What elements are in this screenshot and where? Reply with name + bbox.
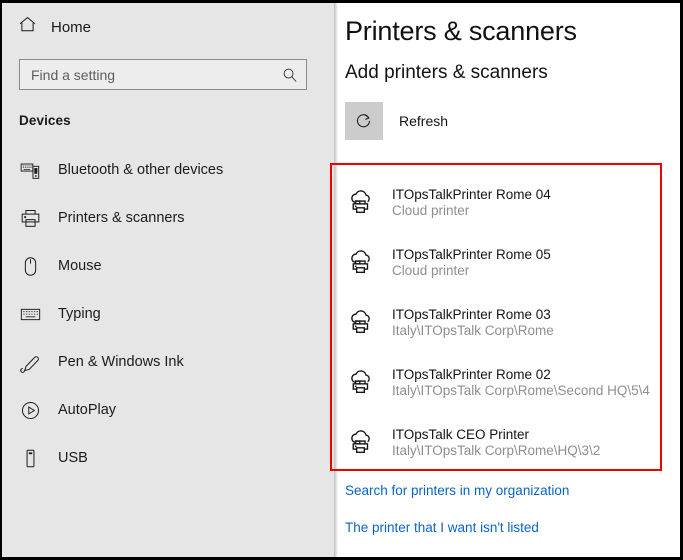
printer-list-item[interactable]: ITOpsTalkPrinter Rome 04 Cloud printer <box>334 172 660 232</box>
sidebar-nav-list: Bluetooth & other devices Printers & sca… <box>2 146 334 482</box>
sidebar-item-home[interactable]: Home <box>2 10 334 44</box>
printer-info: ITOpsTalkPrinter Rome 03 Italy\ITOpsTalk… <box>392 307 554 338</box>
sidebar-item-label: Bluetooth & other devices <box>58 162 224 178</box>
printer-list-item[interactable]: ITOpsTalk CEO Printer Italy\ITOpsTalk Co… <box>334 412 660 472</box>
sidebar-group-title: Devices <box>19 113 71 128</box>
refresh-icon[interactable] <box>345 102 383 140</box>
printer-name: ITOpsTalkPrinter Rome 05 <box>392 246 551 262</box>
search-printers-organization-link[interactable]: Search for printers in my organization <box>345 483 569 498</box>
settings-window-root: Home Devices <box>0 0 683 560</box>
printer-name: ITOpsTalkPrinter Rome 04 <box>392 186 551 202</box>
sidebar-item-label: Typing <box>58 306 101 322</box>
sidebar-item-typing[interactable]: Typing <box>2 290 334 338</box>
printer-info: ITOpsTalk CEO Printer Italy\ITOpsTalk Co… <box>392 427 600 458</box>
search-input[interactable] <box>31 60 282 89</box>
pen-icon <box>18 350 42 374</box>
printer-icon <box>18 206 42 230</box>
sidebar-item-autoplay[interactable]: AutoPlay <box>2 386 334 434</box>
printer-location: Italy\ITOpsTalk Corp\Rome <box>392 322 554 338</box>
sidebar-item-label: Printers & scanners <box>58 210 185 226</box>
keyboard-icon <box>18 302 42 326</box>
sidebar-item-label: AutoPlay <box>58 402 117 418</box>
mouse-icon <box>18 254 42 278</box>
search-icon[interactable] <box>282 67 298 83</box>
printer-list-item[interactable]: ITOpsTalkPrinter Rome 02 Italy\ITOpsTalk… <box>334 352 660 412</box>
printer-location: Cloud printer <box>392 202 470 218</box>
home-icon <box>18 15 37 39</box>
navigation-sidebar: Home Devices <box>2 3 334 557</box>
printer-info: ITOpsTalkPrinter Rome 05 Cloud printer <box>392 247 551 278</box>
main-content: Printers & scanners Add printers & scann… <box>330 3 680 557</box>
printer-not-listed-link[interactable]: The printer that I want isn't listed <box>345 520 539 535</box>
printer-name: ITOpsTalkPrinter Rome 02 <box>392 366 551 382</box>
sidebar-item-mouse[interactable]: Mouse <box>2 242 334 290</box>
sidebar-item-label: USB <box>58 450 88 466</box>
printer-list-item[interactable]: ITOpsTalkPrinter Rome 05 Cloud printer <box>334 232 660 292</box>
printer-location: Cloud printer <box>392 262 470 278</box>
sidebar-item-label: Mouse <box>58 258 102 274</box>
sidebar-item-pen-windows-ink[interactable]: Pen & Windows Ink <box>2 338 334 386</box>
printer-name: ITOpsTalk CEO Printer <box>392 426 530 442</box>
bluetooth-devices-icon <box>18 158 42 182</box>
footer-links: Search for printers in my organization T… <box>345 483 569 557</box>
printer-location: Italy\ITOpsTalk Corp\Rome\HQ\3\2 <box>392 442 601 458</box>
page-title: Printers & scanners <box>345 16 577 46</box>
cloud-printer-icon <box>347 306 379 338</box>
cloud-printer-icon <box>347 426 379 458</box>
refresh-button[interactable]: Refresh <box>345 102 448 140</box>
sidebar-item-printers-scanners[interactable]: Printers & scanners <box>2 194 334 242</box>
section-title: Add printers & scanners <box>345 62 548 83</box>
printer-list: ITOpsTalkPrinter Rome 04 Cloud printer I… <box>334 166 660 472</box>
cloud-printer-icon <box>347 186 379 218</box>
printer-location: Italy\ITOpsTalk Corp\Rome\Second HQ\5\4 <box>392 382 650 398</box>
sidebar-home-label: Home <box>51 18 92 36</box>
cloud-printer-icon <box>347 366 379 398</box>
printer-list-item[interactable]: ITOpsTalkPrinter Rome 03 Italy\ITOpsTalk… <box>334 292 660 352</box>
sidebar-item-bluetooth-other-devices[interactable]: Bluetooth & other devices <box>2 146 334 194</box>
sidebar-item-usb[interactable]: USB <box>2 434 334 482</box>
printer-info: ITOpsTalkPrinter Rome 02 Italy\ITOpsTalk… <box>392 367 650 398</box>
refresh-label: Refresh <box>399 113 449 129</box>
search-field[interactable] <box>19 59 307 90</box>
sidebar-item-label: Pen & Windows Ink <box>58 354 184 370</box>
cloud-printer-icon <box>347 246 379 278</box>
printer-name: ITOpsTalkPrinter Rome 03 <box>392 306 551 322</box>
usb-icon <box>18 446 42 470</box>
settings-window: Home Devices <box>2 3 680 557</box>
autoplay-icon <box>18 398 42 422</box>
printer-info: ITOpsTalkPrinter Rome 04 Cloud printer <box>392 187 551 218</box>
